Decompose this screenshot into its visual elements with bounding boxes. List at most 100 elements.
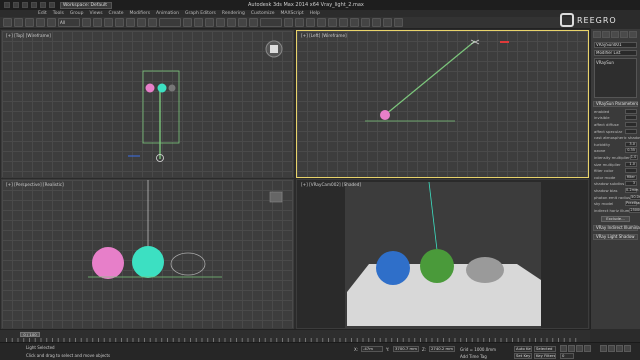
named-selection-dropdown[interactable] bbox=[260, 18, 282, 27]
play-icon[interactable] bbox=[576, 345, 583, 352]
modifier-stack-item[interactable]: VRaySun bbox=[596, 60, 635, 65]
menu-create[interactable]: Create bbox=[109, 11, 124, 16]
previous-frame-icon[interactable] bbox=[568, 345, 575, 352]
menu-animation[interactable]: Animation bbox=[156, 11, 179, 16]
pivot-center-button[interactable] bbox=[183, 18, 192, 27]
menu-group[interactable]: Group bbox=[70, 11, 84, 16]
link-button[interactable] bbox=[25, 18, 34, 27]
app-menu-icon[interactable] bbox=[4, 2, 10, 8]
select-object-button[interactable] bbox=[82, 18, 91, 27]
graphite-ribbon-button[interactable] bbox=[317, 18, 326, 27]
undo-icon[interactable] bbox=[40, 2, 46, 8]
param-value-field[interactable]: Preetham et bbox=[625, 201, 640, 207]
rectangular-selection-button[interactable] bbox=[104, 18, 113, 27]
pan-icon[interactable] bbox=[608, 345, 615, 352]
orbit-icon[interactable] bbox=[616, 345, 623, 352]
param-value-field[interactable]: 1.0 bbox=[629, 154, 639, 160]
window-crossing-button[interactable] bbox=[115, 18, 124, 27]
snaps-toggle-button[interactable] bbox=[216, 18, 225, 27]
modify-tab-icon[interactable] bbox=[602, 31, 610, 38]
select-by-name-button[interactable] bbox=[93, 18, 102, 27]
align-button[interactable] bbox=[295, 18, 304, 27]
menu-rendering[interactable]: Rendering bbox=[222, 11, 245, 16]
param-value-field[interactable] bbox=[625, 128, 637, 134]
reference-coordinate-dropdown[interactable] bbox=[159, 18, 181, 27]
param-value-field[interactable]: 50.0mm bbox=[630, 194, 640, 200]
material-editor-button[interactable] bbox=[350, 18, 359, 27]
modifier-stack[interactable]: VRaySun bbox=[594, 58, 637, 98]
unlink-button[interactable] bbox=[36, 18, 45, 27]
viewport-label-camera[interactable]: [+] [VRayCam002] [Shaded] bbox=[301, 182, 361, 187]
keyboard-shortcut-button[interactable] bbox=[205, 18, 214, 27]
auto-key-button[interactable]: Auto Key bbox=[514, 346, 532, 352]
open-file-icon[interactable] bbox=[22, 2, 28, 8]
param-value-field[interactable]: filter bbox=[625, 174, 637, 180]
selected-dropdown[interactable]: Selected bbox=[534, 346, 556, 352]
light-shadow-rollout[interactable]: VRay Light Shadow bbox=[593, 233, 638, 240]
param-value-field[interactable]: 1.0 bbox=[625, 161, 637, 167]
rendered-frame-window-button[interactable] bbox=[372, 18, 381, 27]
spinner-snap-button[interactable] bbox=[249, 18, 258, 27]
undo-button[interactable] bbox=[3, 18, 12, 27]
layer-manager-button[interactable] bbox=[306, 18, 315, 27]
param-value-field[interactable] bbox=[625, 168, 637, 174]
select-manipulate-button[interactable] bbox=[194, 18, 203, 27]
bind-space-warp-button[interactable] bbox=[47, 18, 56, 27]
go-to-start-icon[interactable] bbox=[560, 345, 567, 352]
angle-snap-button[interactable] bbox=[227, 18, 236, 27]
key-filters-button[interactable]: Key Filters... bbox=[534, 353, 556, 359]
menu-modifiers[interactable]: Modifiers bbox=[130, 11, 151, 16]
current-frame-field[interactable]: 0 bbox=[560, 353, 574, 359]
viewport-left[interactable]: [+] [Left] [Wireframe] bbox=[296, 30, 589, 178]
mirror-button[interactable] bbox=[284, 18, 293, 27]
param-value-field[interactable]: 0.35 bbox=[625, 148, 637, 154]
display-tab-icon[interactable] bbox=[629, 31, 637, 38]
redo-icon[interactable] bbox=[49, 2, 55, 8]
param-value-field[interactable] bbox=[625, 121, 637, 127]
y-coordinate-field[interactable]: 3700.7 mm bbox=[393, 346, 419, 352]
viewport-label-left[interactable]: [+] [Left] [Wireframe] bbox=[301, 33, 347, 38]
viewport-label-top[interactable]: [+] [Top] [Wireframe] bbox=[6, 33, 51, 38]
menu-customize[interactable]: Customize bbox=[251, 11, 275, 16]
hierarchy-tab-icon[interactable] bbox=[611, 31, 619, 38]
param-value-field[interactable] bbox=[625, 108, 637, 114]
x-coordinate-field[interactable]: -47m bbox=[361, 346, 383, 352]
render-production-button[interactable] bbox=[383, 18, 392, 27]
zoom-icon[interactable] bbox=[600, 345, 607, 352]
maximize-viewport-icon[interactable] bbox=[624, 345, 631, 352]
time-slider[interactable]: 0 / 100 bbox=[20, 332, 40, 337]
workspace-dropdown[interactable]: Workspace: Default bbox=[60, 1, 112, 9]
set-key-button[interactable]: Set Key bbox=[514, 353, 532, 359]
menu-help[interactable]: Help bbox=[310, 11, 320, 16]
percent-snap-button[interactable] bbox=[238, 18, 247, 27]
redo-button[interactable] bbox=[14, 18, 23, 27]
time-slider-bar[interactable]: 0 / 100 bbox=[0, 329, 590, 342]
next-frame-icon[interactable] bbox=[584, 345, 591, 352]
viewport-top[interactable]: [+] [Top] [Wireframe] bbox=[1, 30, 294, 178]
indirect-illumination-rollout[interactable]: VRay Indirect Illumination bbox=[593, 224, 640, 231]
menu-graph-editors[interactable]: Graph Editors bbox=[185, 11, 216, 16]
param-value-field[interactable] bbox=[625, 115, 637, 121]
motion-tab-icon[interactable] bbox=[620, 31, 628, 38]
viewport-camera[interactable]: [+] [VRayCam002] [Shaded] bbox=[296, 179, 589, 329]
curve-editor-button[interactable] bbox=[328, 18, 337, 27]
menu-tools[interactable]: Tools bbox=[53, 11, 64, 16]
param-value-field[interactable]: 3.0 bbox=[625, 141, 637, 147]
vray-frame-buffer-button[interactable] bbox=[394, 18, 403, 27]
object-name-field[interactable]: VRaySun001 bbox=[594, 42, 637, 48]
z-coordinate-field[interactable]: 2740.2 mm bbox=[429, 346, 455, 352]
add-time-tag[interactable]: Add Time Tag bbox=[460, 354, 487, 359]
menu-edit[interactable]: Edit bbox=[38, 11, 47, 16]
select-scale-button[interactable] bbox=[148, 18, 157, 27]
modifier-list-dropdown[interactable]: Modifier List bbox=[594, 50, 637, 56]
viewport-perspective[interactable]: [+] [Perspective] [Realistic] bbox=[1, 179, 294, 329]
render-setup-button[interactable] bbox=[361, 18, 370, 27]
save-file-icon[interactable] bbox=[31, 2, 37, 8]
create-tab-icon[interactable] bbox=[593, 31, 601, 38]
exclude-button[interactable]: Exclude... bbox=[601, 215, 630, 222]
param-value-field[interactable]: 3 bbox=[625, 181, 637, 187]
selection-filter-dropdown[interactable]: All bbox=[58, 18, 80, 27]
select-rotate-button[interactable] bbox=[137, 18, 146, 27]
param-value-field[interactable]: 25000.0 bbox=[629, 207, 640, 213]
menu-views[interactable]: Views bbox=[90, 11, 103, 16]
